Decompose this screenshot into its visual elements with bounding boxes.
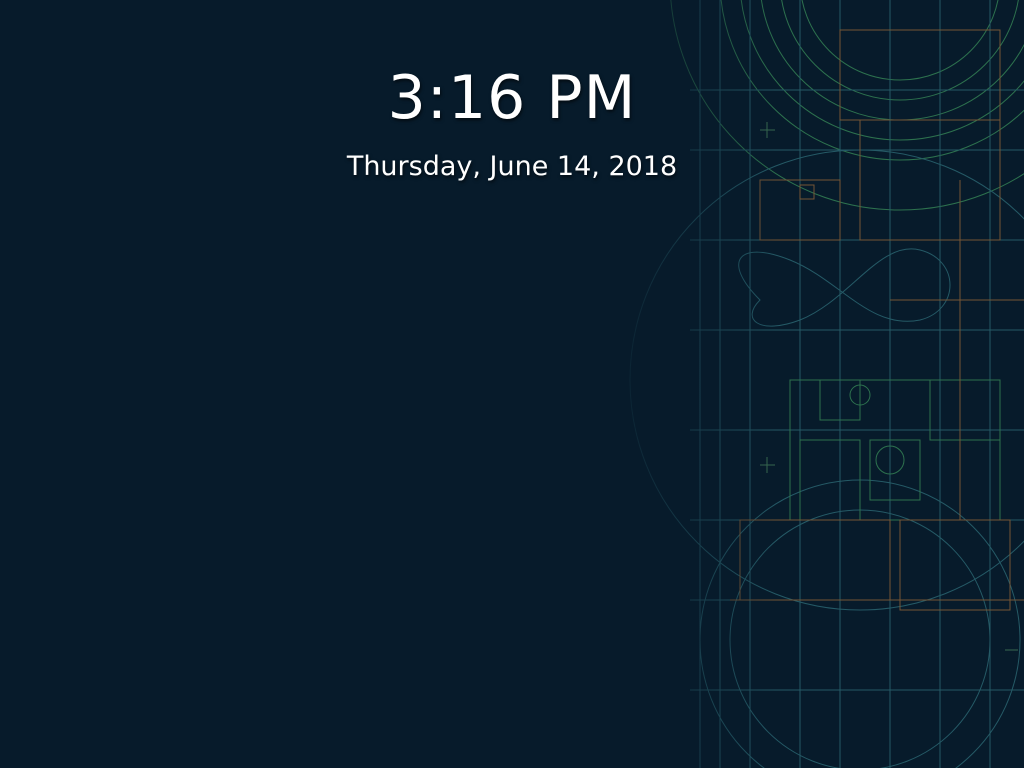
lockscreen-time: 3:16 PM: [387, 63, 637, 133]
lock-screen[interactable]: 3:16 PM Thursday, June 14, 2018: [0, 0, 1024, 768]
lockscreen-date: Thursday, June 14, 2018: [346, 151, 678, 182]
